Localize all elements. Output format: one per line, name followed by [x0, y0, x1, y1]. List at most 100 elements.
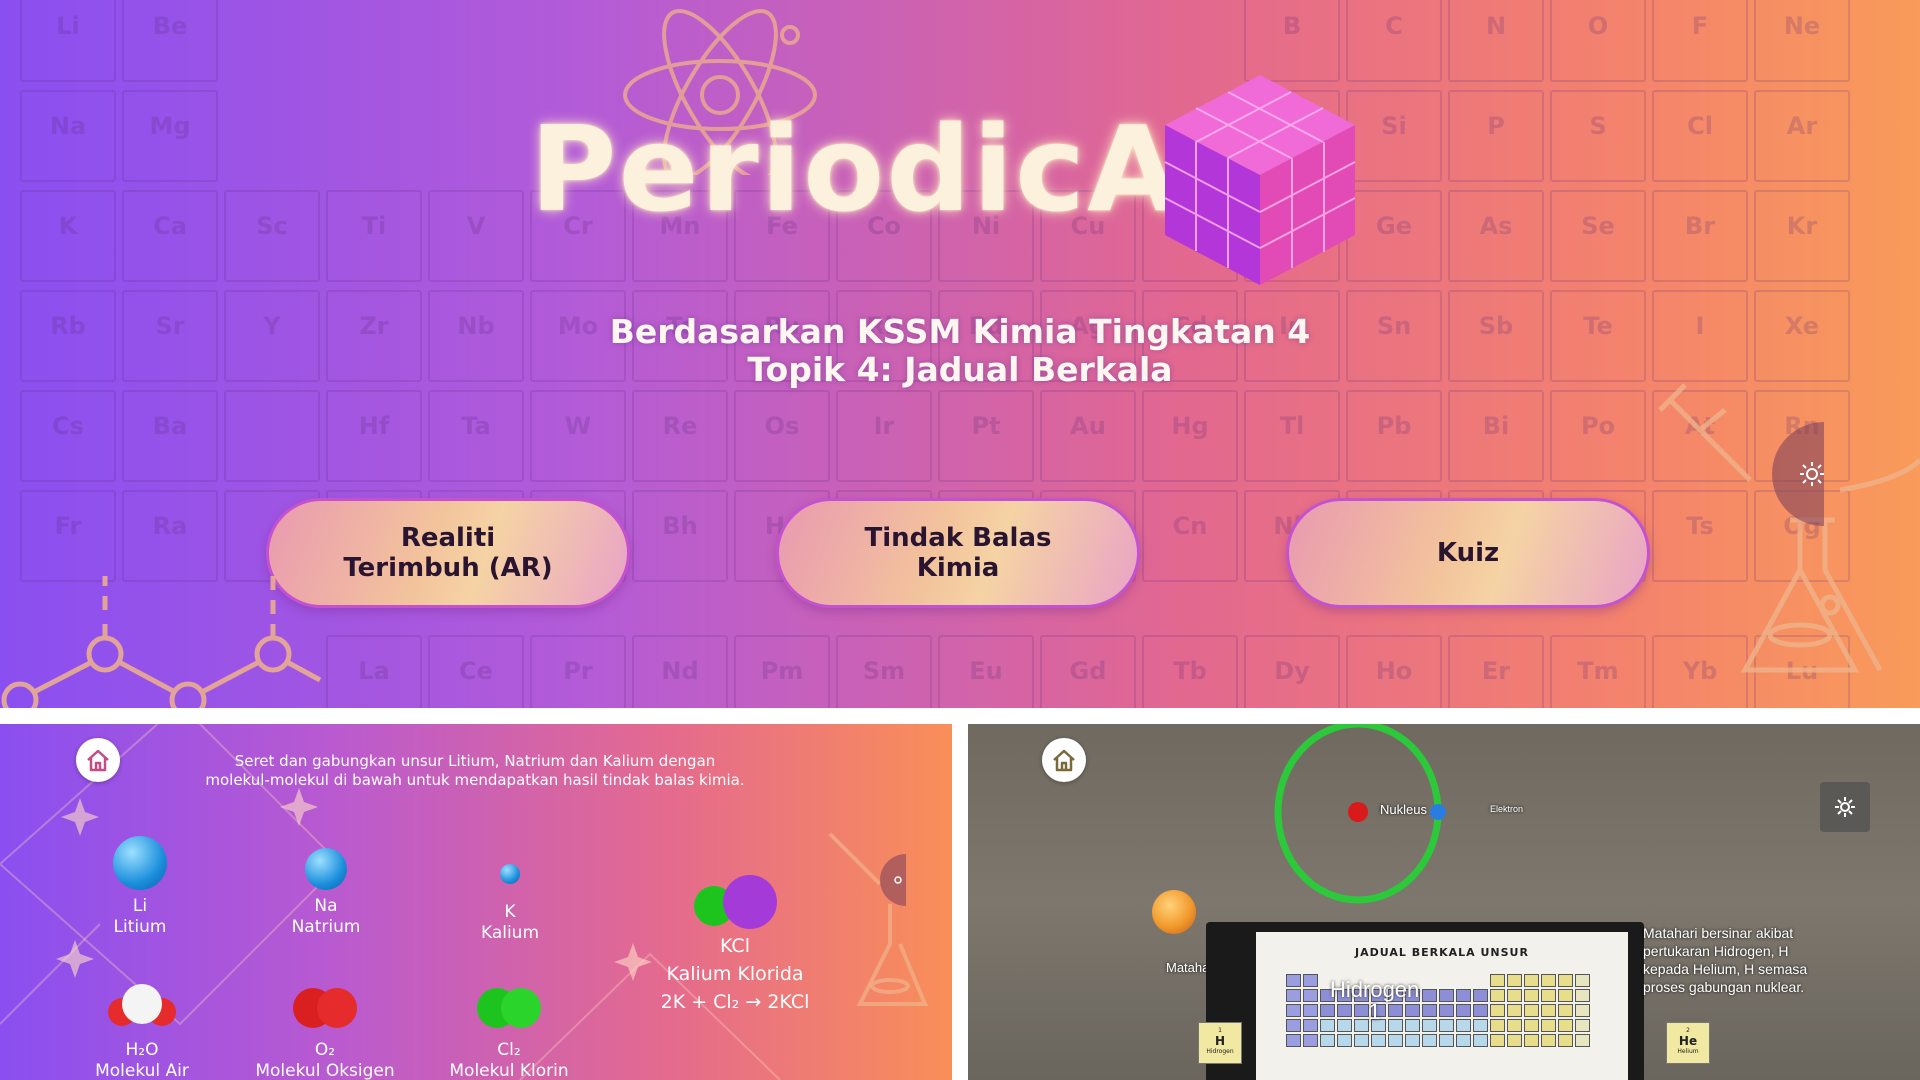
bg-element-cell: Tm	[1550, 635, 1646, 708]
mini-element-cell	[1456, 1004, 1471, 1017]
tile-symbol: H	[1214, 1034, 1226, 1048]
molecule-chlorine[interactable]: Cl₂ Molekul Klorin	[434, 978, 584, 1080]
bg-element-cell: Se	[1550, 190, 1646, 282]
settings-gear-icon	[1835, 797, 1855, 817]
sun-sphere-icon[interactable]	[1152, 890, 1196, 934]
mini-element-cell	[1422, 989, 1437, 1002]
mini-element-cell	[1439, 1019, 1454, 1032]
bg-element-cell	[224, 390, 320, 482]
bg-element-cell: Bh	[632, 490, 728, 582]
element-name: Litium	[113, 917, 167, 937]
tile-symbol: He	[1678, 1034, 1698, 1048]
bg-element-cell: Li	[20, 0, 116, 82]
settings-button[interactable]	[880, 854, 906, 906]
mini-element-cell	[1371, 1034, 1386, 1047]
bg-element-cell: F	[1652, 0, 1748, 82]
mini-element-cell	[1490, 974, 1505, 987]
periodic-table-board: JADUAL BERKALA UNSUR	[1206, 922, 1644, 1080]
mini-element-cell	[1558, 1034, 1573, 1047]
mini-element-cell	[1388, 1034, 1403, 1047]
bg-element-cell: Ge	[1346, 190, 1442, 282]
bg-element-cell: Ho	[1346, 635, 1442, 708]
settings-button[interactable]	[1772, 422, 1824, 526]
mini-element-cell	[1286, 1034, 1301, 1047]
mini-element-cell	[1575, 1034, 1590, 1047]
bg-element-cell: Sm	[836, 635, 932, 708]
hydrogen-atom-model[interactable]	[1268, 724, 1448, 914]
mini-element-cell	[1439, 1004, 1454, 1017]
bg-element-cell: Tb	[1142, 635, 1238, 708]
hydrogen-tile[interactable]: 1 H Hidrogen	[1198, 1022, 1242, 1064]
element-sodium[interactable]: Na Natrium	[276, 842, 376, 938]
mini-element-cell	[1558, 1019, 1573, 1032]
mini-element-cell	[1286, 974, 1301, 987]
bg-element-cell: Ne	[1754, 0, 1850, 82]
bg-element-cell: Hg	[1142, 390, 1238, 482]
product-name: Kalium Klorida	[666, 963, 804, 985]
bg-element-cell: Pr	[530, 635, 626, 708]
oxygen-molecule-icon	[293, 988, 357, 1028]
mini-element-cell	[1456, 1034, 1471, 1047]
bg-element-cell: As	[1448, 190, 1544, 282]
mini-element-cell	[1320, 1034, 1335, 1047]
mini-element-cell	[1490, 1004, 1505, 1017]
electron-label: Elektron	[1490, 804, 1524, 814]
bg-element-cell: Gd	[1040, 635, 1136, 708]
bg-element-cell: Hf	[326, 390, 422, 482]
bg-element-cell: Re	[632, 390, 728, 482]
bg-element-cell: O	[1550, 0, 1646, 82]
mini-element-cell	[1473, 1034, 1488, 1047]
mini-element-cell	[1558, 974, 1573, 987]
element-symbol: K	[504, 902, 516, 922]
mini-element-cell	[1303, 1034, 1318, 1047]
mini-element-cell	[1541, 1034, 1556, 1047]
bg-element-cell: Ti	[326, 190, 422, 282]
bg-element-cell: Mg	[122, 90, 218, 182]
settings-button[interactable]	[1820, 782, 1870, 832]
chemical-reaction-button[interactable]: Tindak Balas Kimia	[776, 498, 1140, 608]
instruction-line-1: Seret dan gabungkan unsur Litium, Natriu…	[234, 752, 716, 770]
mini-element-cell	[1490, 1034, 1505, 1047]
instruction-line-2: molekul-molekul di bawah untuk mendapatk…	[205, 771, 745, 789]
potassium-sphere-icon	[500, 864, 520, 884]
bg-element-cell: Er	[1448, 635, 1544, 708]
mini-element-cell	[1507, 1019, 1522, 1032]
mini-element-cell	[1473, 1004, 1488, 1017]
periodic-table-sheet: JADUAL BERKALA UNSUR	[1256, 932, 1628, 1080]
bg-element-cell: Cn	[1142, 490, 1238, 582]
home-button[interactable]	[76, 738, 120, 782]
bg-element-cell: Os	[734, 390, 830, 482]
bg-element-cell: Ir	[836, 390, 932, 482]
element-potassium[interactable]: K Kalium	[460, 854, 560, 944]
mini-element-cell	[1456, 989, 1471, 1002]
mini-element-cell	[1405, 1034, 1420, 1047]
mini-element-cell	[1524, 1004, 1539, 1017]
bg-element-cell: Eu	[938, 635, 1034, 708]
molecule-water[interactable]: H₂O Molekul Air	[80, 978, 204, 1080]
floating-element-label: Hidrogen 1	[1330, 979, 1419, 1023]
mini-element-cell	[1303, 989, 1318, 1002]
quiz-button[interactable]: Kuiz	[1286, 498, 1650, 608]
potassium-chloride-molecule-icon	[694, 875, 777, 929]
element-lithium[interactable]: Li Litium	[90, 836, 190, 938]
home-icon	[87, 749, 109, 772]
bg-element-cell: P	[1448, 90, 1544, 182]
tile-name: Helium	[1677, 1048, 1699, 1055]
mini-element-cell	[1575, 989, 1590, 1002]
home-button[interactable]	[1042, 738, 1086, 782]
bg-element-cell: Pm	[734, 635, 830, 708]
tile-name: Hidrogen	[1206, 1048, 1234, 1055]
molecule-oxygen[interactable]: O₂ Molekul Oksigen	[250, 978, 400, 1080]
helium-tile[interactable]: 2 He Helium	[1666, 1022, 1710, 1064]
mini-element-cell	[1507, 1034, 1522, 1047]
chlorine-molecule-icon	[477, 988, 541, 1028]
bg-element-cell: Kr	[1754, 190, 1850, 282]
mini-element-cell	[1303, 1019, 1318, 1032]
mini-element-cell	[1303, 1004, 1318, 1017]
mini-element-cell	[1541, 989, 1556, 1002]
mini-element-cell	[1507, 974, 1522, 987]
rubiks-cube-logo-icon	[1164, 75, 1356, 285]
bg-element-cell: Br	[1652, 190, 1748, 282]
molecule-formula: O₂	[314, 1040, 336, 1060]
settings-gear-icon	[894, 876, 902, 884]
